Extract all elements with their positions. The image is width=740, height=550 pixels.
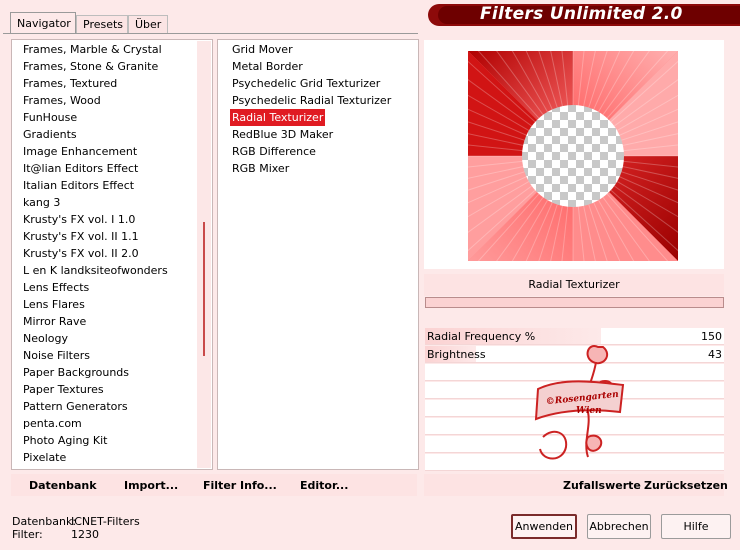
filter-item[interactable]: Psychedelic Radial Texturizer: [230, 92, 393, 109]
radial-texture: [413, 0, 733, 316]
reset-button[interactable]: Zurücksetzen: [644, 479, 728, 492]
filter-item[interactable]: Metal Border: [230, 58, 305, 75]
category-item[interactable]: Mirror Rave: [19, 313, 86, 330]
param-label: Radial Frequency %: [427, 330, 536, 343]
category-item[interactable]: Frames, Textured: [19, 75, 117, 92]
status-filter-key: Filter:: [12, 528, 43, 541]
import-button[interactable]: Import...: [124, 479, 178, 492]
category-item[interactable]: Image Enhancement: [19, 143, 137, 160]
filter-item[interactable]: RGB Mixer: [230, 160, 291, 177]
filter-info-button[interactable]: Filter Info...: [203, 479, 277, 492]
category-item[interactable]: It@lian Editors Effect: [19, 160, 138, 177]
apply-button[interactable]: Anwenden: [511, 514, 577, 539]
category-item[interactable]: Photo Aging Kit: [19, 432, 107, 449]
status-filter-value: 1230: [71, 528, 99, 541]
cancel-button[interactable]: Abbrechen: [587, 514, 651, 539]
help-button[interactable]: Hilfe: [661, 514, 731, 539]
editor-button[interactable]: Editor...: [300, 479, 348, 492]
tab-presets[interactable]: Presets: [76, 15, 128, 33]
category-item[interactable]: Frames, Marble & Crystal: [19, 41, 162, 58]
database-button[interactable]: Datenbank: [29, 479, 97, 492]
status-database-value: ICNET-Filters: [71, 515, 140, 528]
watermark-line-2: Wien: [576, 406, 602, 416]
filter-item[interactable]: Grid Mover: [230, 41, 295, 58]
filter-item[interactable]: RedBlue 3D Maker: [230, 126, 335, 143]
category-item[interactable]: Frames, Wood: [19, 92, 101, 109]
category-item[interactable]: Lens Effects: [19, 279, 89, 296]
app-title: Filters Unlimited 2.0: [480, 4, 683, 24]
filter-item[interactable]: Radial Texturizer: [230, 109, 326, 126]
category-list[interactable]: Frames, Marble & Crystal Frames, Stone & …: [11, 39, 213, 470]
filter-name-bar: Radial Texturizer: [424, 274, 724, 296]
category-scroll-thumb[interactable]: [203, 222, 205, 356]
param-value: 150: [701, 330, 722, 343]
param-label: Brightness: [427, 348, 486, 361]
category-item[interactable]: L en K landksiteofwonders: [19, 262, 168, 279]
category-item[interactable]: FunHouse: [19, 109, 77, 126]
category-item[interactable]: penta.com: [19, 415, 82, 432]
param-value: 43: [708, 348, 722, 361]
random-values-button[interactable]: Zufallswerte: [563, 479, 641, 492]
filter-item[interactable]: Psychedelic Grid Texturizer: [230, 75, 382, 92]
category-item[interactable]: Krusty's FX vol. II 2.0: [19, 245, 139, 262]
filter-list[interactable]: Grid Mover Metal Border Psychedelic Grid T…: [217, 39, 419, 470]
tabs-divider: [3, 33, 418, 34]
category-item[interactable]: Lens Flares: [19, 296, 85, 313]
category-item[interactable]: Neology: [19, 330, 68, 347]
tab-navigator[interactable]: Navigator: [10, 12, 76, 34]
preview-area: [413, 0, 733, 316]
category-item[interactable]: Paper Backgrounds: [19, 364, 129, 381]
status-database-key: Datenbank:: [12, 515, 77, 528]
preview-image: [413, 0, 733, 316]
filter-item[interactable]: RGB Difference: [230, 143, 318, 160]
category-item[interactable]: Krusty's FX vol. I 1.0: [19, 211, 135, 228]
progress-bar: [425, 297, 724, 308]
category-item[interactable]: Frames, Stone & Granite: [19, 58, 158, 75]
watermark-logo: ©Rosengarten Wien: [534, 345, 625, 460]
category-item[interactable]: Gradients: [19, 126, 77, 143]
category-item[interactable]: kang 3: [19, 194, 60, 211]
category-item[interactable]: Pattern Generators: [19, 398, 128, 415]
category-item[interactable]: Noise Filters: [19, 347, 90, 364]
category-item[interactable]: Italian Editors Effect: [19, 177, 134, 194]
tab-ueber[interactable]: Über: [128, 15, 168, 33]
category-item[interactable]: Krusty's FX vol. II 1.1: [19, 228, 139, 245]
category-item[interactable]: Pixelate: [19, 449, 66, 466]
category-item[interactable]: Paper Textures: [19, 381, 104, 398]
